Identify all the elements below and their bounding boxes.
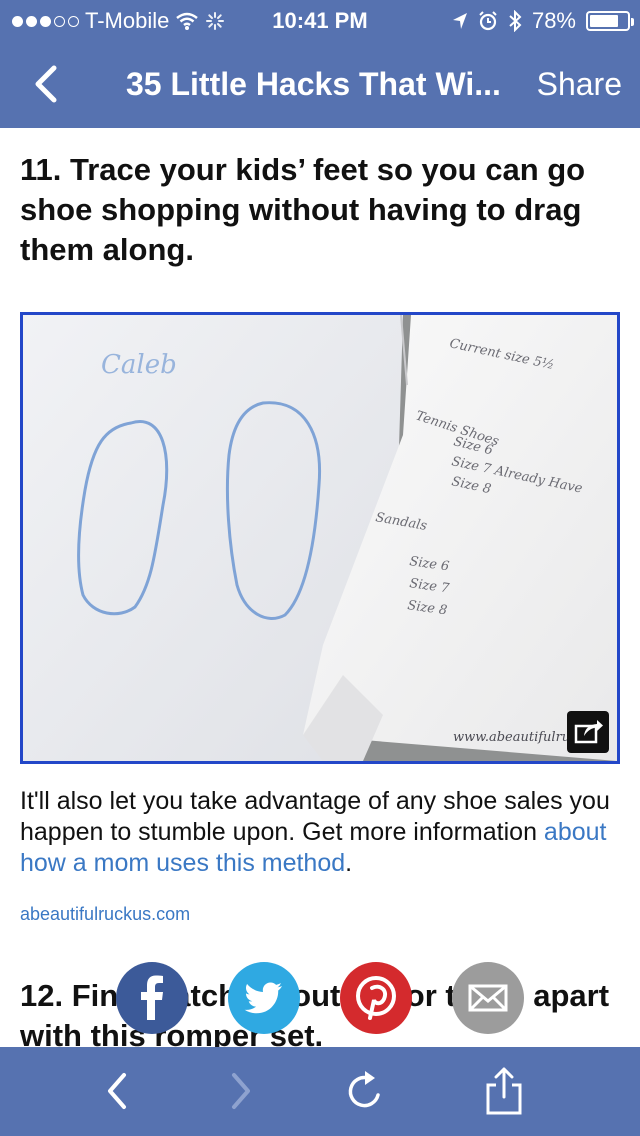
share-button[interactable]: Share (537, 66, 622, 103)
refresh-button[interactable] (338, 1065, 390, 1117)
status-bar: T-Mobile 10:41 PM 78% (0, 0, 640, 40)
battery-icon (586, 11, 634, 31)
back-button[interactable] (28, 62, 68, 106)
article-heading: 11. Trace your kids’ feet so you can go … (20, 152, 586, 267)
bluetooth-icon (509, 10, 522, 32)
article: 11. Trace your kids’ feet so you can go … (20, 150, 620, 1053)
facebook-share-button[interactable] (116, 962, 188, 1034)
source-link[interactable]: abeautifulruckus.com (20, 904, 190, 925)
photo-watermark: www.abeautifulruck (453, 730, 585, 745)
twitter-icon (244, 982, 282, 1014)
navigation-bar: 35 Little Hacks That Wi... Share (0, 40, 640, 128)
top-bar: T-Mobile 10:41 PM 78% 35 Little Hacks Th… (0, 0, 640, 128)
pinterest-share-button[interactable] (340, 962, 412, 1034)
article-body: It'll also let you take advantage of any… (20, 786, 620, 879)
body-period: . (345, 849, 353, 877)
facebook-icon (141, 975, 163, 1020)
twitter-share-button[interactable] (228, 962, 300, 1034)
alarm-icon (479, 11, 497, 31)
share-arrow-icon (574, 720, 603, 744)
mail-share-button[interactable] (452, 962, 524, 1034)
page-title: 35 Little Hacks That Wi... (126, 66, 501, 102)
article-photo[interactable]: Caleb Current size 5½ Tennis Shoes Size … (20, 312, 620, 764)
browser-forward-button[interactable] (214, 1065, 266, 1117)
location-arrow-icon (452, 13, 467, 29)
pinterest-icon (356, 976, 396, 1020)
body-text: It'll also let you take advantage of any… (20, 787, 610, 846)
browser-back-button[interactable] (92, 1065, 144, 1117)
next-heading: 12. Find matching outfits for twins apar… (20, 978, 610, 1053)
share-sheet-button[interactable] (478, 1065, 530, 1117)
mail-icon (468, 984, 508, 1012)
share-photo-button[interactable] (567, 711, 609, 753)
foot-tracing-illustration: Caleb Current size 5½ Tennis Shoes Size … (23, 315, 617, 761)
tracing-name-label: Caleb (101, 350, 177, 380)
status-right: 78% (452, 8, 634, 34)
bottom-toolbar (0, 1047, 640, 1136)
battery-percent: 78% (531, 8, 576, 33)
